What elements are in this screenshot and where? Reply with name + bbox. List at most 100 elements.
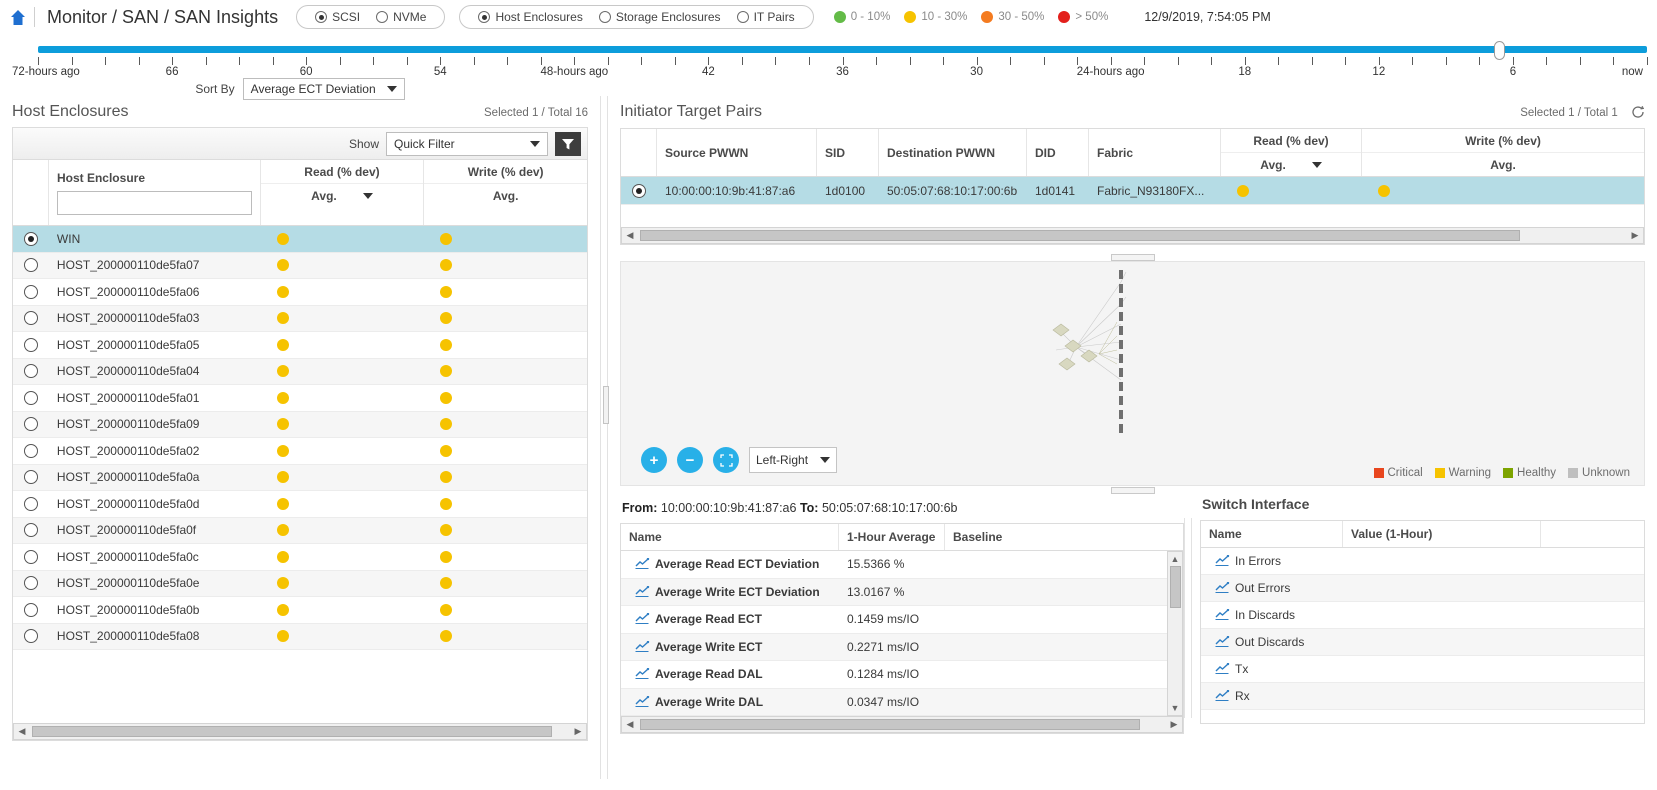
scroll-right-icon[interactable]: ▶ xyxy=(1627,230,1643,241)
row-select-radio[interactable] xyxy=(13,602,49,617)
table-row[interactable]: HOST_200000110de5fa08 xyxy=(13,623,587,650)
read-dev-column-header[interactable]: Read (% dev) Avg. xyxy=(260,160,425,225)
row-select-radio[interactable] xyxy=(13,576,49,591)
trend-chart-icon[interactable] xyxy=(635,585,650,598)
scroll-thumb[interactable] xyxy=(32,726,552,737)
table-row[interactable]: HOST_200000110de5fa0e xyxy=(13,570,587,597)
table-row[interactable]: Average Write ECT 0.2271 ms/IO xyxy=(621,633,1167,661)
row-select-radio[interactable] xyxy=(13,364,49,379)
table-row[interactable]: HOST_200000110de5fa03 xyxy=(13,305,587,332)
scroll-thumb[interactable] xyxy=(640,719,1140,730)
table-row[interactable]: Average Write ECT Deviation 13.0167 % xyxy=(621,578,1167,606)
trend-chart-icon[interactable] xyxy=(1215,690,1230,702)
table-row[interactable]: HOST_200000110de5fa06 xyxy=(13,279,587,306)
row-select-radio[interactable] xyxy=(13,284,49,299)
table-row[interactable]: In Errors xyxy=(1201,548,1644,575)
scroll-down-icon[interactable]: ▼ xyxy=(1171,701,1180,715)
table-row[interactable]: HOST_200000110de5fa07 xyxy=(13,252,587,279)
topology-controls[interactable]: + − Left-Right xyxy=(641,447,837,473)
scroll-right-icon[interactable]: ▶ xyxy=(1166,719,1182,730)
metrics-vscrollbar[interactable]: ▲ ▼ xyxy=(1167,551,1183,716)
table-row[interactable]: HOST_200000110de5fa04 xyxy=(13,358,587,385)
layout-direction-select[interactable]: Left-Right xyxy=(749,447,837,473)
metric-avg-column-header[interactable]: 1-Hour Average xyxy=(839,524,945,550)
table-row[interactable]: Out Errors xyxy=(1201,575,1644,602)
table-row[interactable]: Average Read ECT Deviation 15.5366 % xyxy=(621,551,1167,579)
row-select-radio[interactable] xyxy=(13,231,49,246)
table-row[interactable]: 10:00:00:10:9b:41:87:a6 1d0100 50:05:07:68… xyxy=(621,177,1644,205)
trend-chart-icon[interactable] xyxy=(1215,609,1230,621)
table-row[interactable]: Out Discards xyxy=(1201,629,1644,656)
topology-view[interactable]: + − Left-Right Critical Warning Healthy … xyxy=(620,261,1645,486)
fabric-column-header[interactable]: Fabric xyxy=(1089,129,1221,176)
timeline[interactable]: 72-hours ago 66 60 54 48-hours ago 42 36 30 24-h… xyxy=(0,34,1657,100)
column-sublabel-row[interactable]: Avg. xyxy=(1221,153,1361,176)
trend-chart-icon[interactable] xyxy=(635,695,650,708)
table-row[interactable]: HOST_200000110de5fa01 xyxy=(13,385,587,412)
timeline-track[interactable] xyxy=(38,46,1647,53)
trend-chart-icon[interactable] xyxy=(1215,663,1230,675)
quick-filter-select[interactable]: Quick Filter xyxy=(386,131,548,156)
destination-pwwn-column-header[interactable]: Destination PWWN xyxy=(879,129,1027,176)
metrics-hscrollbar[interactable]: ◀ ▶ xyxy=(621,716,1183,733)
table-row[interactable]: HOST_200000110de5fa09 xyxy=(13,411,587,438)
table-row[interactable]: HOST_200000110de5fa0d xyxy=(13,491,587,518)
table-row[interactable]: HOST_200000110de5fa02 xyxy=(13,438,587,465)
trend-chart-icon[interactable] xyxy=(635,668,650,680)
host-enclosure-filter-input[interactable] xyxy=(56,190,252,215)
si-value-column-header[interactable]: Value (1-Hour) xyxy=(1343,521,1541,547)
row-select-radio[interactable] xyxy=(13,417,49,432)
row-select-radio[interactable] xyxy=(13,629,49,644)
table-row[interactable]: Average Read DAL 0.1284 ms/IO xyxy=(621,661,1167,689)
topology-splitter[interactable] xyxy=(608,253,1657,261)
home-icon[interactable] xyxy=(10,8,26,26)
table-row[interactable]: WIN xyxy=(13,226,587,253)
read-dev-column-header[interactable]: Read (% dev) Avg. xyxy=(1221,129,1362,176)
scroll-left-icon[interactable]: ◀ xyxy=(622,230,638,241)
zoom-out-button[interactable]: − xyxy=(677,447,703,473)
itpairs-hscrollbar[interactable]: ◀ ▶ xyxy=(621,227,1644,244)
view-option-host-enclosures[interactable]: Host Enclosures xyxy=(478,10,583,24)
trend-chart-icon[interactable] xyxy=(635,640,650,653)
row-select-radio[interactable] xyxy=(13,523,49,538)
table-row[interactable]: Tx xyxy=(1201,656,1644,683)
view-toggle-group[interactable]: Host Enclosures Storage Enclosures IT Pa… xyxy=(459,5,814,29)
table-row[interactable]: In Discards xyxy=(1201,602,1644,629)
sort-descending-icon[interactable] xyxy=(362,193,373,199)
row-select-radio[interactable] xyxy=(13,496,49,511)
table-row[interactable]: HOST_200000110de5fa05 xyxy=(13,332,587,359)
refresh-icon[interactable] xyxy=(1631,105,1645,122)
scroll-thumb[interactable] xyxy=(1169,566,1181,608)
table-row[interactable]: HOST_200000110de5fa0b xyxy=(13,597,587,624)
scroll-right-icon[interactable]: ▶ xyxy=(570,726,586,737)
table-row[interactable]: HOST_200000110de5fa0f xyxy=(13,517,587,544)
row-select-radio[interactable] xyxy=(13,258,49,273)
row-select-radio[interactable] xyxy=(13,443,49,458)
pane-splitter[interactable] xyxy=(600,96,609,779)
funnel-icon[interactable] xyxy=(555,131,581,156)
write-dev-column-header[interactable]: Write (% dev) Avg. xyxy=(1362,129,1644,176)
host-enclosures-hscrollbar[interactable]: ◀ ▶ xyxy=(13,723,587,740)
table-row[interactable]: HOST_200000110de5fa0c xyxy=(13,544,587,571)
trend-chart-icon[interactable] xyxy=(635,558,650,570)
scroll-thumb[interactable] xyxy=(640,230,1520,241)
scroll-left-icon[interactable]: ◀ xyxy=(14,726,30,737)
table-row[interactable]: Average Read ECT 0.1459 ms/IO xyxy=(621,606,1167,634)
column-sublabel-row[interactable]: Avg. xyxy=(261,184,424,207)
did-column-header[interactable]: DID xyxy=(1027,129,1089,176)
trend-chart-icon[interactable] xyxy=(1215,636,1230,648)
metric-name-column-header[interactable]: Name xyxy=(621,524,839,550)
trend-chart-icon[interactable] xyxy=(1215,555,1230,567)
zoom-in-button[interactable]: + xyxy=(641,447,667,473)
details-splitter[interactable] xyxy=(608,486,1657,494)
fit-to-screen-button[interactable] xyxy=(713,447,739,473)
row-select-radio[interactable] xyxy=(13,470,49,485)
scroll-up-icon[interactable]: ▲ xyxy=(1171,552,1180,566)
view-option-storage-enclosures[interactable]: Storage Enclosures xyxy=(598,10,721,24)
view-option-it-pairs[interactable]: IT Pairs xyxy=(736,10,795,24)
table-row[interactable]: Rx xyxy=(1201,683,1644,710)
protocol-option-nvme[interactable]: NVMe xyxy=(376,10,426,24)
trend-chart-icon[interactable] xyxy=(1215,582,1230,594)
row-select-radio[interactable] xyxy=(621,183,657,198)
write-dev-column-header[interactable]: Write (% dev) Avg. xyxy=(424,160,588,225)
